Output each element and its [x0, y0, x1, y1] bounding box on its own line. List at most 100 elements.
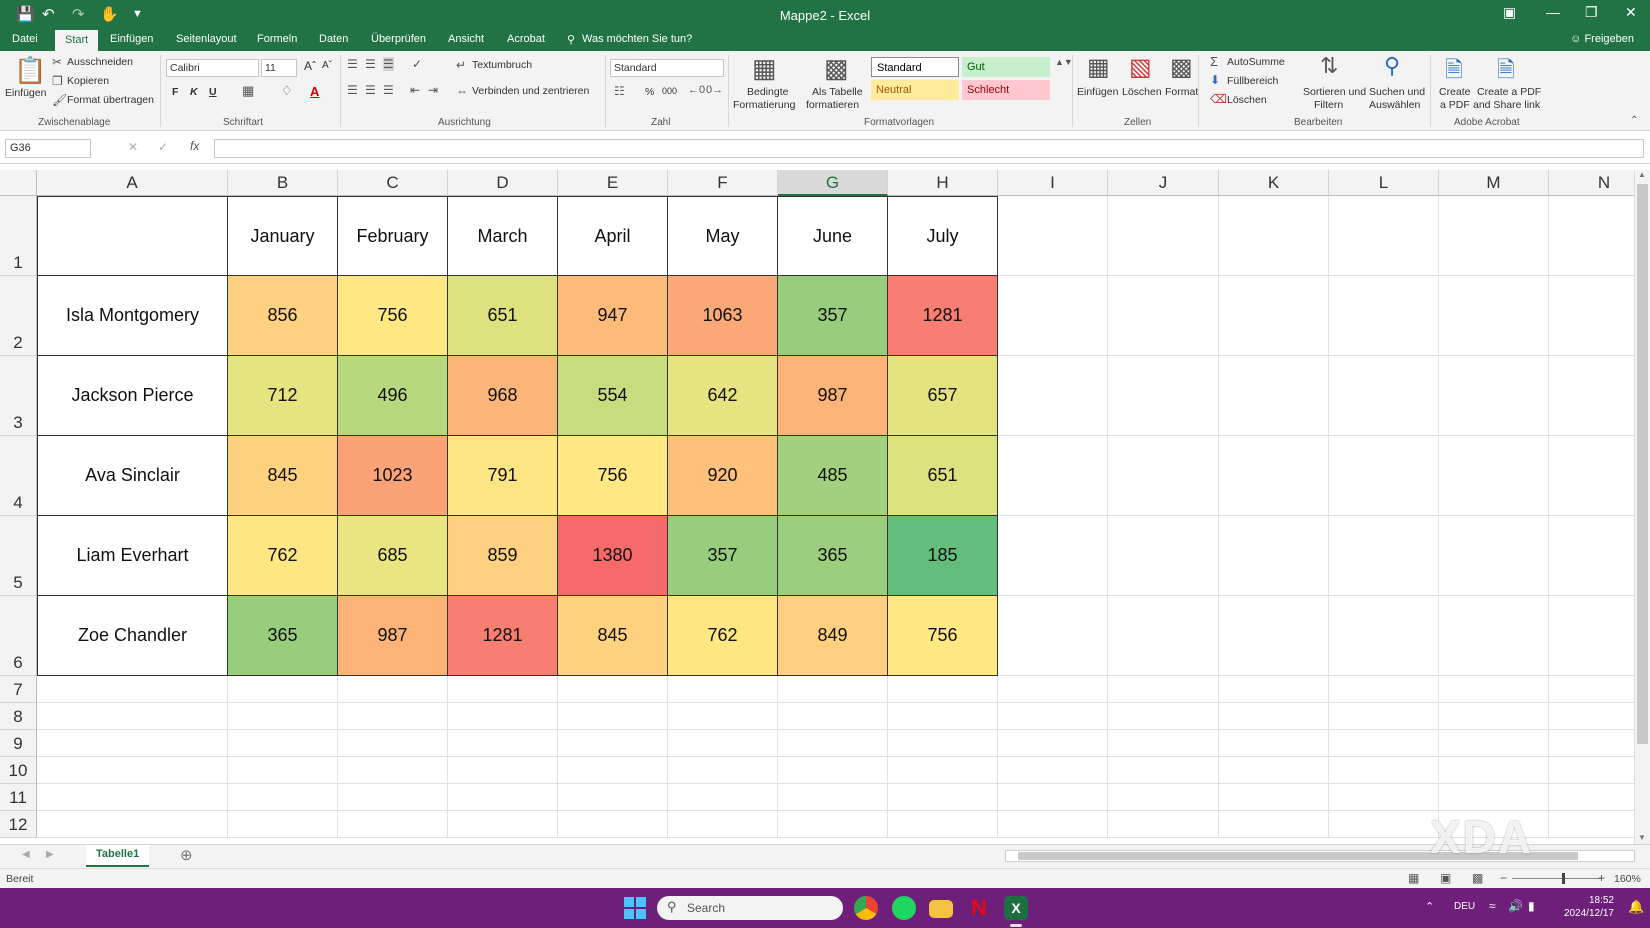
number-format-select[interactable]: Standard [610, 59, 724, 77]
empty-cell[interactable] [1108, 356, 1219, 436]
row-header-3[interactable]: 3 [0, 356, 37, 436]
find-select-label[interactable]: Suchen und [1369, 86, 1425, 98]
vertical-scrollbar[interactable]: ▲ ▼ [1634, 170, 1650, 844]
column-header-d[interactable]: D [448, 170, 558, 196]
value-cell[interactable]: 756 [338, 276, 448, 356]
empty-cell[interactable] [1219, 676, 1329, 703]
empty-cell[interactable] [1219, 757, 1329, 784]
row-header-8[interactable]: 8 [0, 703, 37, 730]
empty-cell[interactable] [1549, 276, 1634, 356]
empty-cell[interactable] [778, 784, 888, 811]
currency-icon[interactable]: ☷ [614, 84, 625, 98]
empty-cell[interactable] [1329, 356, 1439, 436]
row-header-11[interactable]: 11 [0, 784, 37, 811]
column-header-h[interactable]: H [888, 170, 998, 196]
month-header-cell[interactable]: July [888, 196, 998, 276]
empty-cell[interactable] [1329, 276, 1439, 356]
empty-cell[interactable] [448, 703, 558, 730]
empty-cell[interactable] [778, 676, 888, 703]
person-name-cell[interactable]: Ava Sinclair [37, 436, 228, 516]
empty-cell[interactable] [448, 784, 558, 811]
value-cell[interactable]: 920 [668, 436, 778, 516]
insert-function-button[interactable]: fx [190, 139, 199, 153]
select-all-corner[interactable] [0, 170, 37, 196]
empty-cell[interactable] [668, 730, 778, 757]
tell-me-box[interactable]: Was möchten Sie tun? [582, 33, 692, 45]
empty-cell[interactable] [888, 757, 998, 784]
empty-cell[interactable] [338, 757, 448, 784]
chrome-icon[interactable] [854, 896, 878, 920]
empty-cell[interactable] [1549, 676, 1634, 703]
spotify-icon[interactable] [892, 896, 916, 920]
tab-ueberpruefen[interactable]: Überprüfen [371, 33, 426, 45]
empty-cell[interactable] [228, 784, 338, 811]
value-cell[interactable]: 185 [888, 516, 998, 596]
conditional-formatting-label-2[interactable]: Formatierung [733, 99, 795, 111]
value-cell[interactable]: 365 [778, 516, 888, 596]
scroll-thumb[interactable] [1637, 184, 1648, 744]
percent-button[interactable]: % [645, 86, 654, 98]
align-middle-icon[interactable]: ☰ [365, 57, 376, 71]
row-header-12[interactable]: 12 [0, 811, 37, 838]
styles-scroll-icon[interactable]: ▲▼ [1055, 57, 1073, 67]
ribbon-display-icon[interactable]: ▣ [1503, 4, 1516, 21]
battery-icon[interactable]: ▮ [1528, 899, 1535, 913]
empty-cell[interactable] [1329, 676, 1439, 703]
value-cell[interactable]: 968 [448, 356, 558, 436]
empty-cell[interactable] [998, 811, 1108, 838]
empty-cell[interactable] [1329, 516, 1439, 596]
italic-button[interactable]: K [190, 86, 198, 98]
value-cell[interactable]: 1281 [448, 596, 558, 676]
empty-cell[interactable] [998, 703, 1108, 730]
page-break-icon[interactable]: ▩ [1472, 871, 1483, 885]
value-cell[interactable]: 859 [448, 516, 558, 596]
empty-cell[interactable] [1108, 703, 1219, 730]
wifi-icon[interactable]: ≈ [1489, 899, 1496, 913]
align-top-icon[interactable]: ☰ [347, 57, 358, 71]
formula-input[interactable] [214, 139, 1644, 158]
style-gut[interactable]: Gut [962, 57, 1050, 77]
empty-cell[interactable] [1108, 757, 1219, 784]
empty-cell[interactable] [998, 784, 1108, 811]
empty-cell[interactable] [1108, 436, 1219, 516]
row-header-1[interactable]: 1 [0, 196, 37, 276]
empty-cell[interactable] [888, 676, 998, 703]
empty-cell[interactable] [1439, 784, 1549, 811]
empty-cell[interactable] [1219, 811, 1329, 838]
empty-cell[interactable] [778, 811, 888, 838]
empty-cell[interactable] [778, 730, 888, 757]
column-header-f[interactable]: F [668, 170, 778, 196]
spreadsheet-grid[interactable]: ABCDEFGHIJKLMN 1 2 3 4 5 6 7 8 9 10 11 12 January Fe… [0, 170, 1634, 842]
minimize-icon[interactable]: — [1546, 4, 1560, 20]
zoom-level[interactable]: 160% [1614, 873, 1641, 885]
align-bottom-icon[interactable]: ☰ [383, 57, 394, 71]
empty-cell[interactable] [998, 757, 1108, 784]
value-cell[interactable]: 845 [228, 436, 338, 516]
column-header-n[interactable]: N [1549, 170, 1634, 196]
column-header-k[interactable]: K [1219, 170, 1329, 196]
empty-cell[interactable] [1439, 356, 1549, 436]
format-cells-icon[interactable]: ▩ [1170, 53, 1193, 82]
empty-cell[interactable] [1549, 356, 1634, 436]
column-header-a[interactable]: A [37, 170, 228, 196]
normal-view-icon[interactable]: ▦ [1408, 871, 1419, 885]
empty-cell[interactable] [888, 811, 998, 838]
format-as-table-icon[interactable]: ▩ [824, 53, 849, 84]
empty-cell[interactable] [998, 276, 1108, 356]
empty-cell[interactable] [37, 811, 228, 838]
align-center-icon[interactable]: ☰ [365, 83, 376, 97]
empty-cell[interactable] [888, 784, 998, 811]
file-explorer-icon[interactable] [929, 900, 953, 918]
zoom-out-icon[interactable]: − [1500, 871, 1507, 885]
column-header-b[interactable]: B [228, 170, 338, 196]
empty-cell[interactable] [1549, 196, 1634, 276]
format-as-table-label[interactable]: Als Tabelle [812, 86, 863, 98]
copy-button[interactable]: Kopieren [67, 75, 109, 87]
empty-cell[interactable] [228, 757, 338, 784]
empty-cell[interactable] [668, 703, 778, 730]
font-size-select[interactable]: 11 [261, 59, 297, 77]
delete-cells-button[interactable]: Löschen [1122, 86, 1162, 98]
increase-decimal-icon[interactable]: ←0 [688, 84, 705, 96]
notification-bell-icon[interactable]: 🔔 [1628, 899, 1644, 915]
empty-cell[interactable] [448, 811, 558, 838]
